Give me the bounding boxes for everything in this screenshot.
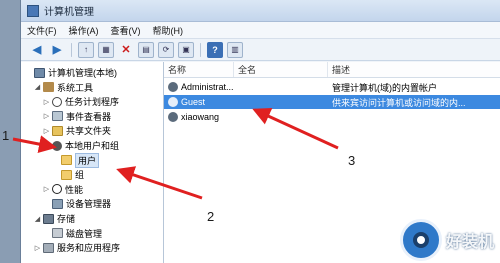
expand-triangle-icon[interactable]: ▷: [43, 185, 50, 193]
cell-name: Guest: [164, 97, 234, 107]
cell-name: Administrat...: [164, 82, 234, 92]
menu-action[interactable]: 操作(A): [69, 24, 99, 37]
watermark-text: 好装机: [445, 232, 494, 251]
tree-item[interactable]: 计算机管理(本地): [25, 66, 117, 79]
folder-icon: [61, 155, 72, 166]
cell-description: 管理计算机(域)的内置帐户: [332, 82, 437, 93]
back-arrow-icon[interactable]: ◀: [29, 42, 45, 58]
tree-item-label: 存储: [57, 214, 76, 224]
user-account-icon: [168, 97, 178, 107]
toolbar: ◀ ▶ ↑ ▦ ✕ ▤ ⟳ ▣ ? ▥: [21, 39, 500, 61]
tree-item-label: 事件查看器: [66, 111, 112, 122]
toolbar-separator: [200, 42, 201, 57]
cell-description: 供来宾访问计算机或访问域的内...: [332, 97, 466, 108]
tree-item[interactable]: ▷ 性能: [43, 183, 83, 196]
tree-item-label: 用户: [75, 152, 100, 168]
refresh-icon[interactable]: ⟳: [158, 41, 174, 58]
user-name: xiaowang: [181, 112, 220, 122]
shared-folder-icon: [52, 125, 63, 136]
folder-icon: [61, 169, 72, 180]
tools-icon: [43, 82, 54, 93]
up-folder-icon[interactable]: ↑: [78, 41, 94, 58]
window-title: 计算机管理: [44, 7, 94, 18]
storage-icon: [43, 213, 54, 224]
navigation-tree: 计算机管理(本地) ◢ 系统工具 ▷ 任务计划程序 ▷ 事件查看器 ▷ 共享文件夹 ◢ 本地用户和组…: [21, 62, 164, 263]
title-bar: 计算机管理: [21, 0, 500, 22]
list-header: 名称 全名 描述: [164, 62, 500, 78]
annotation-label-2: 2: [207, 209, 215, 224]
user-account-icon: [168, 82, 178, 92]
tree-item-label: 磁盘管理: [66, 228, 103, 239]
tree-item[interactable]: 磁盘管理: [43, 227, 102, 240]
column-header-description[interactable]: 描述: [328, 62, 500, 77]
users-groups-icon: [52, 140, 62, 151]
device-manager-icon: [52, 198, 63, 209]
expand-triangle-icon[interactable]: ▷: [43, 127, 50, 135]
performance-icon: [52, 184, 62, 195]
collapse-triangle-icon[interactable]: ◢: [34, 83, 41, 91]
show-hide-tree-icon[interactable]: ▦: [98, 41, 114, 58]
delete-icon[interactable]: ✕: [118, 42, 134, 58]
computer-management-icon: [27, 4, 39, 17]
tree-item-label: 服务和应用程序: [57, 243, 121, 254]
watermark-logo-icon: [399, 219, 442, 261]
user-list-row[interactable]: Administrat... 管理计算机(域)的内置帐户: [164, 80, 500, 94]
expand-triangle-icon[interactable]: ▷: [43, 98, 50, 106]
expand-triangle-icon[interactable]: ▷: [43, 112, 50, 120]
user-list-row[interactable]: Guest 供来宾访问计算机或访问域的内...: [164, 95, 500, 109]
expand-triangle-icon[interactable]: ▷: [34, 244, 41, 252]
user-list-row[interactable]: xiaowang: [164, 110, 500, 124]
user-name: Administrat...: [181, 82, 234, 92]
task-scheduler-icon: [52, 96, 62, 107]
tree-item[interactable]: 组: [52, 168, 84, 181]
tree-item-label: 任务计划程序: [65, 97, 120, 108]
properties-icon[interactable]: ▤: [138, 41, 154, 58]
watermark: 好装机: [399, 219, 494, 261]
tree-item-label: 设备管理器: [66, 199, 112, 210]
tree-item[interactable]: 设备管理器: [43, 197, 111, 210]
forward-arrow-icon[interactable]: ▶: [49, 42, 65, 58]
tree-item[interactable]: ◢ 系统工具: [34, 81, 93, 94]
user-name: Guest: [181, 97, 206, 107]
collapse-triangle-icon[interactable]: ◢: [43, 142, 50, 150]
tree-item[interactable]: ▷ 共享文件夹: [43, 124, 111, 137]
tree-item-label: 共享文件夹: [66, 126, 112, 137]
tree-item[interactable]: ◢ 本地用户和组: [43, 139, 119, 152]
tree-item[interactable]: ▷ 事件查看器: [43, 110, 111, 123]
annotation-label-1: 1: [2, 128, 10, 143]
menu-file[interactable]: 文件(F): [27, 24, 57, 37]
services-icon: [43, 242, 54, 253]
tree-item-label: 本地用户和组: [65, 141, 120, 151]
menu-help[interactable]: 帮助(H): [153, 24, 184, 37]
export-list-icon[interactable]: ▣: [178, 41, 194, 58]
event-viewer-icon: [52, 111, 63, 122]
tree-item-label: 系统工具: [57, 82, 94, 93]
column-header-full-name[interactable]: 全名: [234, 62, 328, 77]
tree-item[interactable]: ◢ 存储: [34, 212, 75, 225]
tree-item[interactable]: 用户: [52, 152, 100, 168]
column-header-name[interactable]: 名称: [164, 62, 234, 77]
tree-item-label: 组: [75, 170, 85, 181]
menu-view[interactable]: 查看(V): [111, 24, 141, 37]
user-account-icon: [168, 112, 178, 122]
help-icon[interactable]: ?: [207, 41, 223, 58]
tree-item[interactable]: ▷ 任务计划程序: [43, 95, 119, 108]
cell-name: xiaowang: [164, 112, 234, 122]
collapse-triangle-icon[interactable]: ◢: [34, 215, 41, 223]
tree-item[interactable]: ▷ 服务和应用程序: [34, 241, 120, 254]
menu-bar: 文件(F) 操作(A) 查看(V) 帮助(H): [21, 22, 500, 39]
computer-icon: [34, 67, 45, 78]
tree-item-label: 计算机管理(本地): [48, 68, 117, 78]
tree-item-label: 性能: [65, 184, 84, 195]
disk-management-icon: [52, 228, 63, 239]
annotation-label-3: 3: [348, 153, 356, 168]
console-view-icon[interactable]: ▥: [227, 41, 243, 58]
toolbar-separator: [71, 42, 72, 57]
